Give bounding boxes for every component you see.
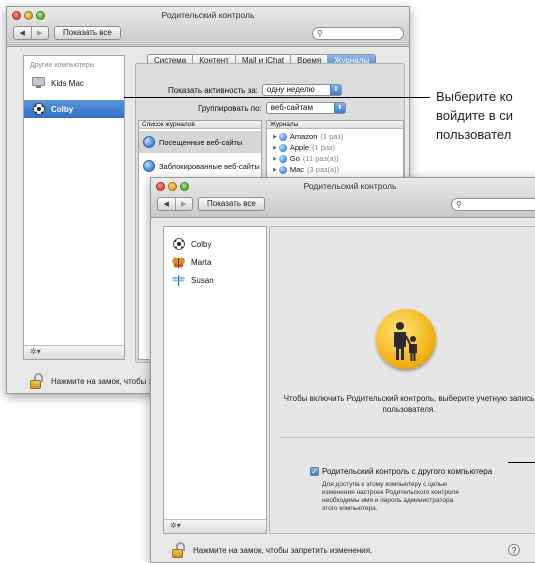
users-sidebar: Другие компьютеры Kids Mac Colby ✲▾ (23, 55, 125, 360)
log-blocked-sites[interactable]: Заблокированные веб-сайты (139, 155, 261, 177)
search-input[interactable]: ⚲ (312, 27, 404, 40)
sidebar-item-marta[interactable]: Marta (164, 253, 266, 271)
computer-icon (32, 77, 45, 90)
chevron-down-icon: ⬍ (333, 103, 345, 113)
show-activity-label: Показать активность за: (168, 85, 258, 95)
site-apple[interactable]: ▶ Apple (1 раз) (273, 143, 335, 152)
sidebar-item-label: Colby (51, 104, 74, 114)
soccer-ball-icon (172, 238, 185, 251)
remote-control-description: Для доступа к этому компьютеру с целью и… (322, 481, 459, 512)
sidebar-item-label: Colby (191, 239, 212, 249)
show-all-button[interactable]: Показать все (54, 26, 121, 40)
sidebar-item-kids-mac[interactable]: Kids Mac (24, 74, 124, 92)
divider (280, 437, 535, 438)
callout-line-bottom (508, 462, 535, 463)
site-go[interactable]: ▶ Go (11 раз(а)) (273, 154, 339, 163)
globe-icon (143, 136, 155, 148)
lock-text: Нажмите на замок, чтобы запретить измене… (193, 545, 373, 555)
back-forward-buttons[interactable]: ◀ ▶ (157, 197, 193, 211)
front-window: Родительский контроль ◀ ▶ Показать все ⚲… (150, 177, 535, 563)
lock-text: Нажмите на замок, чтобы запр (51, 376, 166, 386)
chevron-down-icon: ⬍ (329, 85, 341, 95)
sidebar-actions: ✲▾ (164, 519, 266, 533)
sidebar-item-label: Susan (191, 275, 214, 285)
butterfly-icon (172, 256, 185, 269)
sidebar-header: Другие компьютеры (30, 62, 95, 69)
lock-icon[interactable] (171, 542, 185, 558)
sidebar-actions: ✲▾ (24, 345, 124, 359)
group-by-row: Группировать по: веб-сайтам ⬍ (198, 102, 346, 114)
globe-icon (278, 165, 287, 174)
window-title: Родительский контроль (303, 181, 397, 191)
show-activity-select[interactable]: одну неделю ⬍ (261, 84, 342, 96)
log-visited-sites[interactable]: Посещенные веб-сайты (139, 131, 261, 153)
front-lock-row: Нажмите на замок, чтобы запретить измене… (171, 542, 372, 558)
help-icon[interactable]: ? (508, 544, 520, 556)
lock-icon[interactable] (29, 373, 43, 389)
sidebar-item-colby[interactable]: Colby (24, 100, 124, 118)
search-icon: ⚲ (456, 200, 462, 209)
front-window-titlebar: Родительский контроль ◀ ▶ Показать все ⚲ (151, 178, 535, 218)
window-title: Родительский контроль (161, 10, 255, 20)
group-by-label: Группировать по: (198, 103, 262, 113)
back-arrow-icon[interactable]: ◀ (158, 198, 175, 210)
dragonfly-icon (172, 274, 185, 287)
show-all-button[interactable]: Показать все (198, 197, 265, 211)
sidebar-item-label: Kids Mac (51, 78, 84, 88)
journals-list-header: Журналы (267, 121, 403, 129)
sidebar-item-label: Marta (191, 257, 212, 267)
search-input[interactable]: ⚲ (451, 198, 535, 211)
globe-icon (278, 132, 287, 141)
back-arrow-icon[interactable]: ◀ (14, 27, 31, 39)
globe-icon (278, 154, 287, 163)
sidebar-item-colby[interactable]: Colby (164, 235, 266, 253)
disclosure-triangle-icon[interactable]: ▶ (273, 167, 277, 173)
globe-icon (278, 143, 287, 152)
forward-arrow-icon[interactable]: ▶ (30, 27, 49, 39)
gear-icon[interactable]: ✲▾ (30, 347, 41, 356)
globe-icon (143, 160, 155, 172)
back-forward-buttons[interactable]: ◀ ▶ (13, 26, 49, 40)
sidebar-item-susan[interactable]: Susan (164, 271, 266, 289)
users-sidebar: Colby Marta Susan ✲▾ (163, 226, 267, 534)
remote-control-checkbox[interactable]: ✓ (310, 467, 319, 476)
soccer-ball-icon (32, 103, 45, 116)
show-activity-row: Показать активность за: одну неделю ⬍ (168, 84, 342, 96)
back-lock-row: Нажмите на замок, чтобы запр (29, 373, 166, 389)
logs-list-header: Список журналов (139, 121, 261, 129)
disclosure-triangle-icon[interactable]: ▶ (273, 145, 277, 151)
disclosure-triangle-icon[interactable]: ▶ (273, 156, 277, 162)
gear-icon[interactable]: ✲▾ (170, 521, 181, 530)
main-panel: Чтобы включить Родительский контроль, вы… (269, 226, 535, 534)
back-window-titlebar: Родительский контроль ◀ ▶ Показать все ⚲ (7, 7, 409, 47)
group-by-select[interactable]: веб-сайтам ⬍ (265, 102, 346, 114)
parental-controls-icon (376, 309, 436, 369)
callout-line-top (124, 97, 430, 98)
site-amazon[interactable]: ▶ Amazon (1 раз) (273, 132, 343, 141)
search-icon: ⚲ (317, 29, 323, 38)
disclosure-triangle-icon[interactable]: ▶ (273, 134, 277, 140)
annotation-text: Выберите ко войдите в си пользовател (436, 89, 514, 142)
forward-arrow-icon[interactable]: ▶ (174, 198, 193, 210)
site-mac[interactable]: ▶ Mac (3 раз(а)) (273, 165, 339, 174)
select-user-hint: Чтобы включить Родительский контроль, вы… (283, 394, 535, 414)
remote-control-label[interactable]: Родительский контроль с другого компьюте… (322, 467, 492, 476)
